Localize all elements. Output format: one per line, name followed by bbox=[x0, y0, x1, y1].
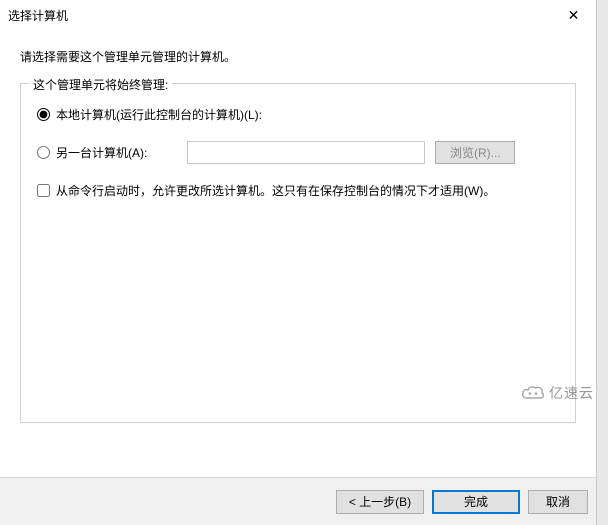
instruction-text: 请选择需要这个管理单元管理的计算机。 bbox=[20, 48, 576, 65]
button-bar: < 上一步(B) 完成 取消 bbox=[0, 477, 596, 525]
management-groupbox: 这个管理单元将始终管理: 本地计算机(运行此控制台的计算机)(L): 另一台计算… bbox=[20, 83, 576, 423]
radio-another-computer[interactable] bbox=[37, 146, 50, 159]
watermark: 亿速云 bbox=[520, 383, 594, 403]
radio-row-another: 另一台计算机(A): 浏览(R)... bbox=[37, 140, 559, 164]
checkbox-row: 从命令行启动时，允许更改所选计算机。这只有在保存控制台的情况下才适用(W)。 bbox=[37, 182, 559, 199]
cancel-button[interactable]: 取消 bbox=[528, 490, 588, 514]
back-button[interactable]: < 上一步(B) bbox=[336, 490, 424, 514]
allow-change-label[interactable]: 从命令行启动时，允许更改所选计算机。这只有在保存控制台的情况下才适用(W)。 bbox=[56, 182, 495, 199]
radio-row-local: 本地计算机(运行此控制台的计算机)(L): bbox=[37, 102, 559, 126]
radio-another-label[interactable]: 另一台计算机(A): bbox=[56, 144, 147, 161]
cloud-icon bbox=[520, 384, 546, 402]
dialog-window: 选择计算机 ✕ 请选择需要这个管理单元管理的计算机。 这个管理单元将始终管理: … bbox=[0, 0, 596, 525]
close-icon: ✕ bbox=[568, 7, 580, 24]
window-title: 选择计算机 bbox=[8, 7, 68, 24]
browse-button[interactable]: 浏览(R)... bbox=[435, 141, 515, 164]
radio-local-computer[interactable] bbox=[37, 108, 50, 121]
close-button[interactable]: ✕ bbox=[551, 0, 596, 30]
watermark-text: 亿速云 bbox=[549, 383, 594, 403]
radio-local-label[interactable]: 本地计算机(运行此控制台的计算机)(L): bbox=[56, 106, 262, 123]
groupbox-legend: 这个管理单元将始终管理: bbox=[29, 76, 172, 93]
titlebar: 选择计算机 ✕ bbox=[0, 0, 596, 30]
finish-button[interactable]: 完成 bbox=[432, 490, 520, 514]
content-area: 请选择需要这个管理单元管理的计算机。 这个管理单元将始终管理: 本地计算机(运行… bbox=[0, 30, 596, 477]
allow-change-checkbox[interactable] bbox=[37, 184, 50, 197]
right-edge-strip bbox=[596, 0, 608, 525]
computer-name-input[interactable] bbox=[187, 141, 425, 164]
